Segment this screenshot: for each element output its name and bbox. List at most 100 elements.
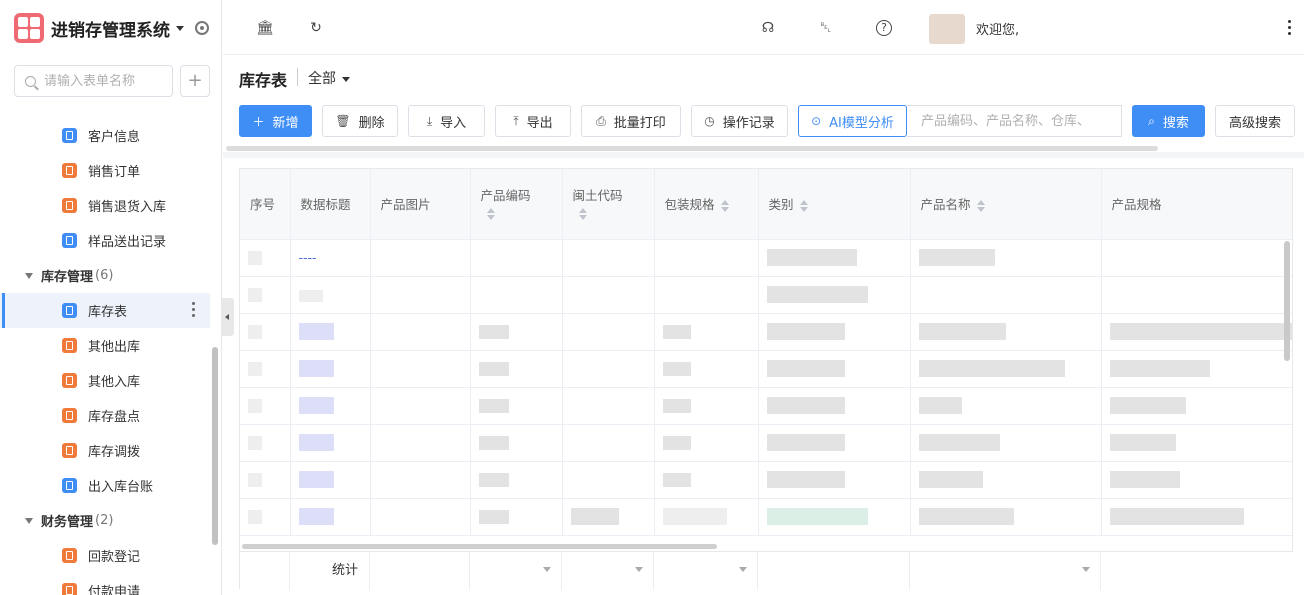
form-icon — [62, 128, 77, 143]
avatar[interactable] — [929, 14, 965, 44]
redacted-cell — [1109, 508, 1244, 525]
top-bar: 🏛︎ ↻ ☊ ␇ ? 欢迎您, — [223, 0, 1304, 55]
summary-dropdown[interactable] — [470, 552, 562, 590]
table-search-input[interactable] — [907, 105, 1122, 137]
sidebar-item-sales-return[interactable]: 销售退货入库 — [0, 188, 210, 223]
form-search-box[interactable] — [14, 65, 173, 97]
table-row[interactable] — [240, 350, 1292, 388]
sidebar-item-inventory-table[interactable]: 库存表 — [0, 293, 210, 328]
app-brand[interactable]: 进销存管理系统 — [14, 13, 184, 43]
table-row[interactable] — [240, 461, 1292, 499]
col-header-product-spec[interactable]: 产品规格 — [1101, 169, 1292, 240]
form-icon — [62, 303, 77, 318]
table-horizontal-scrollbar[interactable] — [242, 544, 717, 549]
col-header-package[interactable]: 包装规格 — [654, 169, 759, 240]
table-row[interactable] — [240, 424, 1292, 462]
table-row[interactable] — [240, 387, 1292, 425]
col-title: 产品名称 — [920, 197, 971, 213]
sidebar-item-other-inbound[interactable]: 其他入库 — [0, 363, 210, 398]
delete-button[interactable]: 🗑︎ 删除 — [322, 105, 398, 137]
sidebar-item-stocktake[interactable]: 库存盘点 — [0, 398, 210, 433]
sidebar-item-sales-order[interactable]: 销售订单 — [0, 153, 210, 188]
app-root: 进销存管理系统 + 客户信息 销售订单 销售退货入库 样品送出 — [0, 0, 1304, 595]
redacted-cell — [766, 286, 868, 303]
summary-dropdown[interactable] — [654, 552, 758, 590]
sidebar-collapse-toggle[interactable] — [222, 298, 234, 336]
table-vertical-scrollbar[interactable] — [1284, 241, 1290, 361]
sidebar-item-ledger[interactable]: 出入库台账 — [0, 468, 210, 503]
page-title: 库存表 — [239, 71, 288, 90]
redacted-link[interactable] — [298, 508, 334, 525]
sidebar-group-finance[interactable]: 财务管理 (2) — [0, 503, 210, 538]
sidebar-scrollbar[interactable] — [212, 347, 218, 545]
col-header-category[interactable]: 类别 — [758, 169, 911, 240]
operation-log-button[interactable]: ◷ 操作记录 — [691, 105, 788, 137]
sidebar-item-customer-info[interactable]: 客户信息 — [0, 118, 210, 153]
export-button[interactable]: ⤒ 导出 — [495, 105, 571, 137]
bank-icon[interactable]: 🏛︎ — [256, 20, 274, 36]
group-count: (2) — [95, 513, 114, 528]
col-header-title[interactable]: 数据标题 — [290, 169, 371, 240]
add-form-button[interactable]: + — [180, 65, 210, 97]
redacted-cell — [662, 399, 691, 414]
headset-icon[interactable]: ☊ — [760, 20, 776, 36]
view-selector[interactable]: 全部 — [308, 68, 350, 88]
trash-icon: 🗑︎ — [335, 114, 351, 128]
redacted-link[interactable] — [298, 434, 334, 451]
redacted-cell — [918, 397, 962, 414]
table-row[interactable] — [240, 313, 1292, 351]
import-button[interactable]: ⤓ 导入 — [408, 105, 485, 137]
summary-dropdown[interactable] — [562, 552, 654, 590]
more-vertical-icon[interactable] — [192, 302, 196, 319]
sort-icon[interactable] — [720, 199, 729, 212]
index-placeholder — [248, 510, 262, 525]
row-title[interactable]: ---- — [299, 250, 317, 265]
chevron-down-icon — [342, 76, 350, 82]
refresh-icon[interactable]: ↻ — [308, 20, 324, 36]
sidebar-item-transfer[interactable]: 库存调拨 — [0, 433, 210, 468]
col-header-image[interactable]: 产品图片 — [370, 169, 471, 240]
table-row[interactable]: ---- — [240, 239, 1292, 277]
form-search-input[interactable] — [44, 73, 164, 89]
col-header-min-code[interactable]: 闽土代码 — [562, 169, 655, 240]
batch-print-button[interactable]: ⎙ 批量打印 — [581, 105, 681, 137]
sidebar-group-inventory[interactable]: 库存管理 (6) — [0, 258, 210, 293]
col-header-product-code[interactable]: 产品编码 — [470, 169, 563, 240]
advanced-search-button[interactable]: 高级搜索 — [1215, 105, 1295, 137]
table-row[interactable] — [240, 498, 1292, 536]
sidebar-item-label: 库存调拨 — [88, 445, 141, 460]
redacted-link[interactable] — [298, 323, 334, 340]
redacted-link[interactable] — [298, 397, 334, 414]
caret-down-icon — [25, 517, 33, 524]
bell-icon[interactable]: ␇ — [818, 20, 834, 36]
redacted-link[interactable] — [298, 360, 334, 377]
toolbar-scrollbar[interactable] — [226, 146, 1158, 151]
redacted-cell — [918, 471, 983, 488]
redacted-cell — [766, 471, 845, 488]
sort-icon[interactable] — [976, 199, 985, 212]
col-header-product-name[interactable]: 产品名称 — [910, 169, 1102, 240]
form-icon — [62, 583, 77, 595]
sidebar-item-other-outbound[interactable]: 其他出库 — [0, 328, 210, 363]
ai-analysis-button[interactable]: ⊙ AI模型分析 — [798, 105, 907, 137]
summary-cell — [758, 552, 910, 590]
redacted-cell — [662, 325, 691, 340]
sidebar-item-payment-request[interactable]: 付款申请 — [0, 573, 210, 595]
redacted-link[interactable] — [298, 471, 334, 488]
sort-icon[interactable] — [578, 207, 587, 220]
sidebar-item-payment-received[interactable]: 回款登记 — [0, 538, 210, 573]
sort-icon[interactable] — [486, 207, 495, 220]
summary-cell — [240, 552, 290, 590]
gear-icon[interactable] — [195, 21, 209, 35]
summary-dropdown[interactable] — [910, 552, 1101, 590]
help-icon[interactable]: ? — [876, 20, 892, 36]
sidebar-item-sample-record[interactable]: 样品送出记录 — [0, 223, 210, 258]
table-row[interactable] — [240, 276, 1292, 314]
add-button[interactable]: ＋ 新增 — [239, 105, 312, 137]
form-icon — [62, 338, 77, 353]
redacted-cell — [918, 249, 995, 266]
search-button[interactable]: ⌕ 搜索 — [1132, 105, 1205, 137]
add-button-label: 新增 — [272, 115, 299, 131]
sort-icon[interactable] — [799, 199, 808, 212]
more-vertical-icon[interactable] — [1288, 20, 1292, 38]
